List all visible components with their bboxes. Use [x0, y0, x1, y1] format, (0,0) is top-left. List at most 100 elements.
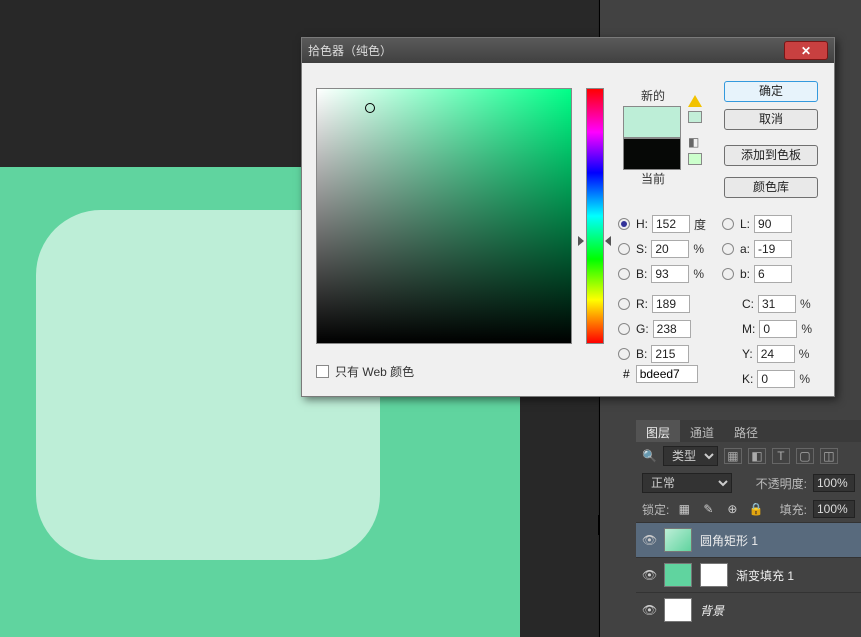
- a-label: a:: [740, 242, 750, 256]
- g-label: G:: [636, 322, 649, 336]
- r-row: R:: [618, 295, 690, 313]
- K-label: K:: [742, 372, 753, 386]
- lock-pixels-icon[interactable]: ▦: [675, 501, 693, 517]
- K-input[interactable]: [757, 370, 795, 388]
- filter-icon-3[interactable]: T: [772, 448, 790, 464]
- bv-input[interactable]: [651, 265, 689, 283]
- opacity-input[interactable]: 100%: [813, 474, 855, 492]
- h-row: H: 度: [618, 215, 708, 233]
- color-compare: 新的 当前: [623, 87, 683, 189]
- s-label: S:: [636, 242, 647, 256]
- M-input[interactable]: [759, 320, 797, 338]
- bv-row: B: %: [618, 265, 707, 283]
- layer-thumb[interactable]: [664, 598, 692, 622]
- websafe-warning-icon[interactable]: ◧: [688, 135, 702, 149]
- g-radio[interactable]: [618, 323, 630, 335]
- bl-row: B:: [618, 345, 689, 363]
- dialog-titlebar[interactable]: 拾色器（纯色） ✕: [302, 38, 834, 63]
- ok-button[interactable]: 确定: [724, 81, 818, 102]
- a-input[interactable]: [754, 240, 792, 258]
- filter-kind-select[interactable]: 类型: [663, 446, 718, 466]
- L-radio[interactable]: [722, 218, 734, 230]
- hue-strip[interactable]: [586, 88, 604, 344]
- r-label: R:: [636, 297, 648, 311]
- lock-position-icon[interactable]: ⊕: [723, 501, 741, 517]
- Y-input[interactable]: [757, 345, 795, 363]
- visibility-icon[interactable]: 👁: [642, 603, 656, 617]
- filter-icon-4[interactable]: ▢: [796, 448, 814, 464]
- L-input[interactable]: [754, 215, 792, 233]
- close-button[interactable]: ✕: [784, 41, 828, 60]
- current-color-label: 当前: [623, 170, 683, 189]
- sv-marker[interactable]: [365, 103, 375, 113]
- current-color-swatch[interactable]: [623, 138, 681, 170]
- blend-mode-select[interactable]: 正常: [642, 473, 732, 493]
- gamut-warning-swatch[interactable]: [688, 111, 702, 123]
- filter-icon-5[interactable]: ◫: [820, 448, 838, 464]
- web-only-label: 只有 Web 颜色: [335, 363, 414, 380]
- color-libraries-button[interactable]: 颜色库: [724, 177, 818, 198]
- C-label: C:: [742, 297, 754, 311]
- h-radio[interactable]: [618, 218, 630, 230]
- layers-list: 👁 圆角矩形 1 👁 渐变填充 1 👁 背景: [636, 522, 861, 627]
- b-input[interactable]: [754, 265, 792, 283]
- layer-name[interactable]: 渐变填充 1: [736, 567, 794, 584]
- M-row: M: %: [742, 320, 815, 338]
- L-label: L:: [740, 217, 750, 231]
- visibility-icon[interactable]: 👁: [642, 568, 656, 582]
- layer-name[interactable]: 背景: [700, 602, 724, 619]
- M-label: M:: [742, 322, 755, 336]
- blend-mode-row: 正常 不透明度: 100%: [636, 469, 861, 497]
- bl-input[interactable]: [651, 345, 689, 363]
- hue-pointer-right-icon: [605, 236, 611, 246]
- visibility-icon[interactable]: 👁: [642, 533, 656, 547]
- Y-label: Y:: [742, 347, 753, 361]
- Y-unit: %: [799, 347, 813, 361]
- gamut-warning-icon[interactable]: [688, 95, 702, 107]
- layer-name[interactable]: 圆角矩形 1: [700, 532, 758, 549]
- fill-input[interactable]: 100%: [813, 500, 855, 518]
- filter-icon-1[interactable]: ▦: [724, 448, 742, 464]
- s-input[interactable]: [651, 240, 689, 258]
- hex-input[interactable]: [636, 365, 698, 383]
- g-input[interactable]: [653, 320, 691, 338]
- b-row: b:: [722, 265, 792, 283]
- cancel-button[interactable]: 取消: [724, 109, 818, 130]
- add-to-swatches-button[interactable]: 添加到色板: [724, 145, 818, 166]
- bv-label: B:: [636, 267, 647, 281]
- layer-mask-thumb[interactable]: [700, 563, 728, 587]
- b-label: b:: [740, 267, 750, 281]
- layer-row[interactable]: 👁 圆角矩形 1: [636, 522, 861, 557]
- layer-row[interactable]: 👁 渐变填充 1: [636, 557, 861, 592]
- layer-row[interactable]: 👁 背景: [636, 592, 861, 627]
- new-color-swatch[interactable]: [623, 106, 681, 138]
- Y-row: Y: %: [742, 345, 813, 363]
- color-picker-dialog: 拾色器（纯色） ✕ 新的 当前 ◧ 确定 取消 添加到色板 颜色库 H: 度: [301, 37, 835, 397]
- h-input[interactable]: [652, 215, 690, 233]
- r-radio[interactable]: [618, 298, 630, 310]
- C-row: C: %: [742, 295, 814, 313]
- bl-label: B:: [636, 347, 647, 361]
- filter-icon-2[interactable]: ◧: [748, 448, 766, 464]
- a-radio[interactable]: [722, 243, 734, 255]
- dialog-body: 新的 当前 ◧ 确定 取消 添加到色板 颜色库 H: 度 S: % B:: [302, 63, 834, 398]
- hue-pointer-left-icon: [578, 236, 584, 246]
- s-radio[interactable]: [618, 243, 630, 255]
- lock-row: 锁定: ▦ ✎ ⊕ 🔒 填充: 100%: [636, 496, 861, 522]
- lock-all-icon[interactable]: 🔒: [747, 501, 765, 517]
- hex-row: #: [623, 365, 698, 383]
- web-only-checkbox[interactable]: [316, 365, 329, 378]
- b-radio[interactable]: [722, 268, 734, 280]
- C-unit: %: [800, 297, 814, 311]
- saturation-value-box[interactable]: [316, 88, 572, 344]
- C-input[interactable]: [758, 295, 796, 313]
- websafe-warning-swatch[interactable]: [688, 153, 702, 165]
- a-row: a:: [722, 240, 792, 258]
- bv-radio[interactable]: [618, 268, 630, 280]
- layer-thumb[interactable]: [664, 528, 692, 552]
- lock-paint-icon[interactable]: ✎: [699, 501, 717, 517]
- bl-radio[interactable]: [618, 348, 630, 360]
- opacity-label: 不透明度:: [756, 475, 807, 492]
- layer-thumb[interactable]: [664, 563, 692, 587]
- r-input[interactable]: [652, 295, 690, 313]
